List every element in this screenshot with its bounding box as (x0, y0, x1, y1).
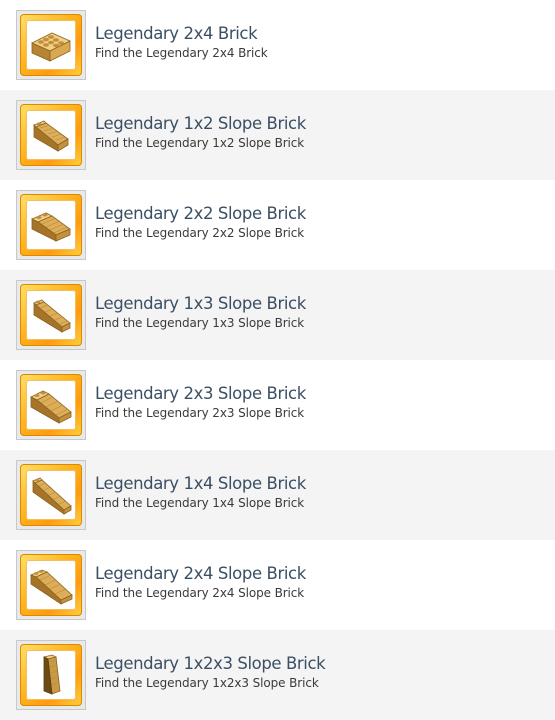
achievement-row[interactable]: Legendary 1x4 Slope Brick Find the Legen… (0, 450, 555, 540)
achievement-icon-tile (20, 374, 82, 436)
achievement-icon-frame (16, 280, 86, 350)
gold-2x4-brick-icon (26, 20, 76, 70)
achievement-row[interactable]: Legendary 1x2 Slope Brick Find the Legen… (0, 90, 555, 180)
achievement-row[interactable]: Legendary 1x2x3 Slope Brick Find the Leg… (0, 630, 555, 720)
achievement-text: Legendary 1x3 Slope Brick Find the Legen… (95, 294, 306, 332)
achievement-title: Legendary 1x4 Slope Brick (95, 474, 306, 493)
achievement-description: Find the Legendary 1x2x3 Slope Brick (95, 676, 319, 690)
achievement-text: Legendary 1x2x3 Slope Brick Find the Leg… (95, 654, 326, 692)
achievement-description: Find the Legendary 1x3 Slope Brick (95, 316, 305, 330)
achievement-icon-tile (20, 644, 82, 706)
achievement-row[interactable]: Legendary 2x3 Slope Brick Find the Legen… (0, 360, 555, 450)
achievement-icon-frame (16, 460, 86, 530)
achievement-row[interactable]: Legendary 2x4 Slope Brick Find the Legen… (0, 540, 555, 630)
achievement-text: Legendary 2x4 Slope Brick Find the Legen… (95, 564, 306, 602)
gold-1x3-slope-brick-icon (26, 290, 76, 340)
achievement-icon-tile (20, 464, 82, 526)
achievement-row[interactable]: Legendary 2x4 Brick Find the Legendary 2… (0, 0, 555, 90)
achievement-text: Legendary 1x2 Slope Brick Find the Legen… (95, 114, 306, 152)
achievement-icon-frame (16, 550, 86, 620)
achievement-icon-tile (20, 554, 82, 616)
achievement-description: Find the Legendary 1x2 Slope Brick (95, 136, 305, 150)
achievement-title: Legendary 2x4 Slope Brick (95, 564, 306, 583)
achievement-title: Legendary 1x2x3 Slope Brick (95, 654, 326, 673)
achievement-description: Find the Legendary 2x3 Slope Brick (95, 406, 305, 420)
gold-1x2-slope-brick-icon (26, 110, 76, 160)
achievement-row[interactable]: Legendary 2x2 Slope Brick Find the Legen… (0, 180, 555, 270)
achievement-title: Legendary 2x4 Brick (95, 24, 258, 43)
achievement-icon-tile (20, 14, 82, 76)
achievement-icon-frame (16, 190, 86, 260)
achievement-icon-tile (20, 284, 82, 346)
gold-2x2-slope-brick-icon (26, 200, 76, 250)
achievement-text: Legendary 2x3 Slope Brick Find the Legen… (95, 384, 306, 422)
achievement-description: Find the Legendary 2x4 Brick (95, 46, 268, 60)
achievement-icon-tile (20, 194, 82, 256)
achievement-row[interactable]: Legendary 1x3 Slope Brick Find the Legen… (0, 270, 555, 360)
achievement-description: Find the Legendary 2x2 Slope Brick (95, 226, 305, 240)
achievement-icon-frame (16, 100, 86, 170)
gold-2x4-slope-brick-icon (26, 560, 76, 610)
achievement-icon-tile (20, 104, 82, 166)
achievement-icon-frame (16, 10, 86, 80)
achievement-title: Legendary 2x2 Slope Brick (95, 204, 306, 223)
achievement-text: Legendary 2x4 Brick Find the Legendary 2… (95, 24, 268, 62)
gold-2x3-slope-brick-icon (26, 380, 76, 430)
achievement-icon-frame (16, 640, 86, 710)
achievement-description: Find the Legendary 2x4 Slope Brick (95, 586, 305, 600)
achievement-icon-frame (16, 370, 86, 440)
gold-1x4-slope-brick-icon (26, 470, 76, 520)
achievement-title: Legendary 2x3 Slope Brick (95, 384, 306, 403)
gold-1x2x3-slope-brick-icon (26, 650, 76, 700)
achievement-list: Legendary 2x4 Brick Find the Legendary 2… (0, 0, 555, 720)
achievement-title: Legendary 1x2 Slope Brick (95, 114, 306, 133)
achievement-description: Find the Legendary 1x4 Slope Brick (95, 496, 305, 510)
achievement-text: Legendary 1x4 Slope Brick Find the Legen… (95, 474, 306, 512)
achievement-text: Legendary 2x2 Slope Brick Find the Legen… (95, 204, 306, 242)
achievement-title: Legendary 1x3 Slope Brick (95, 294, 306, 313)
